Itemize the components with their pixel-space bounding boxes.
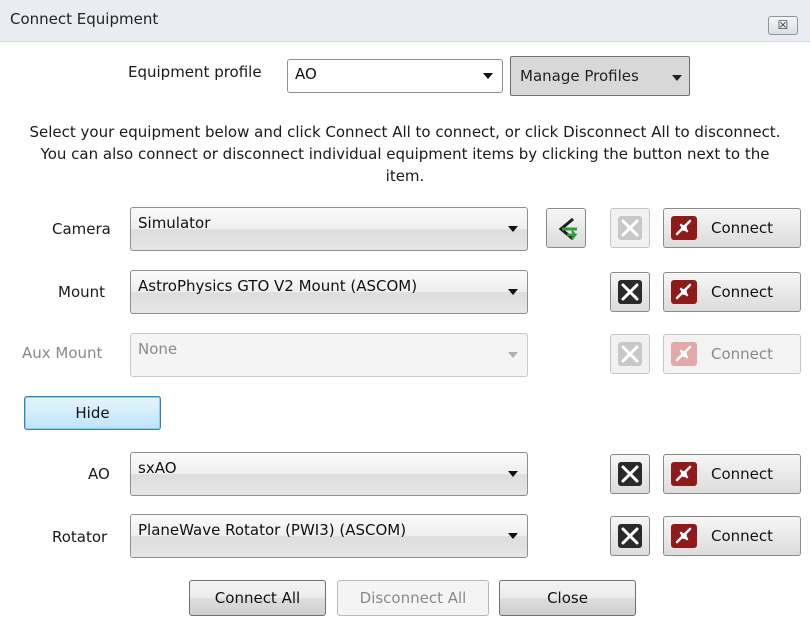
chevron-down-icon [508,352,518,358]
camera-label: Camera [52,220,111,238]
aux-mount-setup-button[interactable] [610,334,650,374]
camera-select[interactable]: Simulator [130,207,528,251]
ao-select[interactable]: sxAO [130,452,528,496]
manage-profiles-button[interactable]: Manage Profiles [510,56,690,96]
connect-all-label: Connect All [214,589,301,607]
wrench-screwdriver-icon [618,342,642,366]
rotator-connect-button[interactable]: Connect [663,516,801,556]
camera-value: Simulator [138,214,211,232]
window-title: Connect Equipment [10,10,159,28]
wrench-screwdriver-icon [618,462,642,486]
chevron-down-icon [672,75,682,81]
close-label: Close [547,589,588,607]
mount-select[interactable]: AstroPhysics GTO V2 Mount (ASCOM) [130,270,528,314]
wrench-screwdriver-icon [618,524,642,548]
wrench-screwdriver-icon [618,280,642,304]
chevron-down-icon [508,289,518,295]
close-window-button[interactable]: ☒ [768,16,798,35]
chevron-down-icon [508,226,518,232]
camera-connect-button[interactable]: Connect [663,208,801,248]
camera-swap-button[interactable] [546,208,586,248]
camera-setup-button[interactable] [610,208,650,248]
chevron-down-icon [483,73,493,79]
equipment-profile-label: Equipment profile [128,63,262,81]
mount-connect-label: Connect [711,283,774,301]
chevron-down-icon [508,533,518,539]
aux-mount-connect-label: Connect [711,345,774,363]
plug-icon [671,216,697,240]
hide-label: Hide [75,404,110,422]
mount-label: Mount [58,283,106,301]
ao-connect-label: Connect [711,465,774,483]
ao-connect-button[interactable]: Connect [663,454,801,494]
plug-icon [671,524,697,548]
swap-arrows-icon [553,215,581,243]
mount-connect-button[interactable]: Connect [663,272,801,312]
title-bar: Connect Equipment ☒ [0,0,810,42]
disconnect-all-button[interactable]: Disconnect All [337,580,489,616]
ao-label: AO [88,465,110,483]
rotator-select[interactable]: PlaneWave Rotator (PWI3) (ASCOM) [130,514,528,558]
mount-value: AstroPhysics GTO V2 Mount (ASCOM) [138,277,418,295]
connect-all-button[interactable]: Connect All [189,580,326,616]
equipment-profile-value: AO [295,65,317,83]
instructions-text: Select your equipment below and click Co… [29,123,781,185]
plug-icon [671,342,697,366]
plug-icon [671,280,697,304]
mount-setup-button[interactable] [610,272,650,312]
aux-mount-label: Aux Mount [22,344,103,362]
manage-profiles-label: Manage Profiles [520,67,639,85]
disconnect-all-label: Disconnect All [359,589,467,607]
wrench-screwdriver-icon [618,216,642,240]
camera-connect-label: Connect [711,219,774,237]
equipment-profile-select[interactable]: AO [287,59,503,93]
rotator-connect-label: Connect [711,527,774,545]
rotator-value: PlaneWave Rotator (PWI3) (ASCOM) [138,521,407,539]
aux-mount-value: None [138,340,178,358]
ao-value: sxAO [138,459,177,477]
close-button[interactable]: Close [499,580,636,616]
ao-setup-button[interactable] [610,454,650,494]
chevron-down-icon [508,471,518,477]
close-icon: ☒ [777,18,789,32]
rotator-label: Rotator [52,528,108,546]
aux-mount-select[interactable]: None [130,333,528,377]
hide-button[interactable]: Hide [24,396,161,430]
aux-mount-connect-button[interactable]: Connect [663,334,801,374]
rotator-setup-button[interactable] [610,516,650,556]
plug-icon [671,462,697,486]
